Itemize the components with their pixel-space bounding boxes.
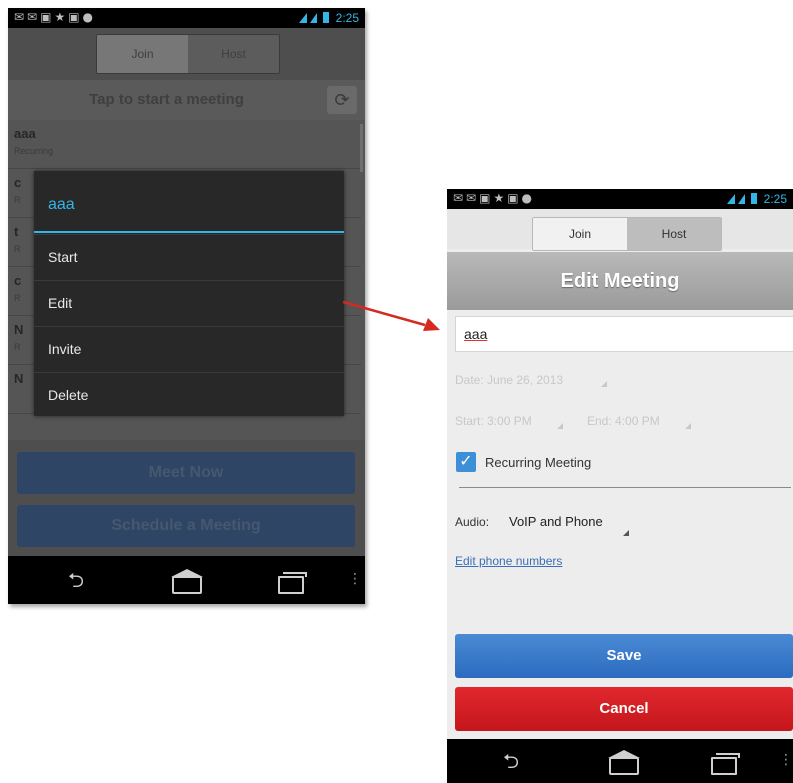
meeting-title: c xyxy=(14,175,22,190)
dropdown-indicator-icon xyxy=(601,381,607,387)
menu-item-invite[interactable]: Invite xyxy=(34,326,344,373)
meeting-subtitle: R xyxy=(14,195,21,205)
dropdown-indicator-icon xyxy=(557,423,563,429)
status-right: 2:25 xyxy=(726,192,787,206)
signal-icon xyxy=(298,13,307,23)
transition-arrow-icon xyxy=(343,300,440,331)
meeting-title: t xyxy=(14,224,19,239)
recent-apps-icon[interactable] xyxy=(278,572,307,594)
phone-screen-host-list: ✉✉▣★▣● 2:25 Join Host Tap to start a mee… xyxy=(8,8,365,604)
meeting-title-value: aaa xyxy=(464,326,488,342)
nav-bar: ⮌ ⋮ xyxy=(447,739,793,783)
audio-select[interactable]: VoIP and Phone xyxy=(509,514,603,529)
meeting-subtitle: Recurring xyxy=(14,146,54,156)
overflow-menu-icon[interactable]: ⋮ xyxy=(779,751,793,768)
meeting-subtitle: R xyxy=(14,293,21,303)
meeting-title: aaa xyxy=(14,126,36,141)
menu-item-delete[interactable]: Delete xyxy=(34,372,344,419)
date-field[interactable]: Date: June 26, 2013 xyxy=(455,373,563,387)
phone-screen-edit-meeting: ✉✉▣★▣● 2:25 Join Host Edit Meeting aaa D… xyxy=(447,189,793,783)
dropdown-indicator-icon xyxy=(685,423,691,429)
overflow-menu-icon[interactable]: ⋮ xyxy=(348,570,362,587)
status-time: 2:25 xyxy=(763,192,787,206)
wifi-icon xyxy=(737,194,745,204)
battery-icon xyxy=(323,12,330,23)
tab-host[interactable]: Host xyxy=(188,35,279,73)
meeting-title-input[interactable]: aaa xyxy=(455,316,793,352)
recent-apps-icon[interactable] xyxy=(711,753,740,775)
join-host-toggle: Join Host xyxy=(532,217,722,251)
menu-item-label: Start xyxy=(48,249,78,265)
dropdown-indicator-icon xyxy=(623,530,629,536)
dialog-divider xyxy=(34,231,344,233)
join-host-toggle: Join Host xyxy=(96,34,280,74)
audio-label: Audio: xyxy=(455,515,490,529)
wifi-icon xyxy=(309,13,317,23)
meet-now-button[interactable]: Meet Now xyxy=(17,452,355,494)
menu-item-edit[interactable]: Edit xyxy=(34,280,344,327)
tap-to-start-label: Tap to start a meeting xyxy=(89,91,244,108)
save-button[interactable]: Save xyxy=(455,634,793,678)
meeting-title: N xyxy=(14,322,24,337)
tab-host[interactable]: Host xyxy=(627,218,721,250)
back-icon[interactable]: ⮌ xyxy=(68,566,84,600)
list-scrollbar[interactable] xyxy=(360,124,363,172)
edit-phone-numbers-link[interactable]: Edit phone numbers xyxy=(455,554,562,568)
status-bar: ✉✉▣★▣● 2:25 xyxy=(447,189,793,209)
meeting-subtitle: R xyxy=(14,342,21,352)
menu-item-start[interactable]: Start xyxy=(34,234,344,281)
status-time: 2:25 xyxy=(335,11,359,25)
dialog-title: aaa xyxy=(48,196,75,213)
menu-item-label: Invite xyxy=(48,341,82,357)
tab-join[interactable]: Join xyxy=(533,218,627,250)
tap-to-start-bar[interactable]: Tap to start a meeting ⟳ xyxy=(8,80,365,120)
recurring-label: Recurring Meeting xyxy=(485,455,592,470)
notification-icons: ✉✉▣★▣● xyxy=(14,10,97,24)
page-title: Edit Meeting xyxy=(447,252,793,310)
status-bar: ✉✉▣★▣● 2:25 xyxy=(8,8,365,28)
list-item[interactable]: aaa Recurring xyxy=(8,120,361,169)
back-icon[interactable]: ⮌ xyxy=(503,747,519,781)
nav-bar: ⮌ ⋮ xyxy=(8,556,365,604)
recurring-checkbox[interactable]: ✓ xyxy=(456,452,476,472)
menu-item-label: Edit xyxy=(48,295,73,311)
cancel-button[interactable]: Cancel xyxy=(455,687,793,731)
refresh-icon[interactable]: ⟳ xyxy=(327,86,357,114)
menu-item-label: Delete xyxy=(48,387,89,403)
notification-icons: ✉✉▣★▣● xyxy=(453,191,536,205)
meeting-title: c xyxy=(14,273,22,288)
start-time-field[interactable]: Start: 3:00 PM xyxy=(455,414,532,428)
signal-icon xyxy=(726,194,735,204)
divider xyxy=(459,487,791,488)
meeting-title: N xyxy=(14,371,24,386)
home-icon[interactable] xyxy=(171,569,203,594)
schedule-meeting-button[interactable]: Schedule a Meeting xyxy=(17,505,355,547)
end-time-field[interactable]: End: 4:00 PM xyxy=(587,414,660,428)
tab-join[interactable]: Join xyxy=(97,35,188,73)
context-menu-dialog: aaa Start Edit Invite Delete xyxy=(34,171,344,416)
home-icon[interactable] xyxy=(608,750,640,775)
battery-icon xyxy=(751,193,758,204)
status-right: 2:25 xyxy=(298,11,359,25)
meeting-subtitle: R xyxy=(14,244,21,254)
